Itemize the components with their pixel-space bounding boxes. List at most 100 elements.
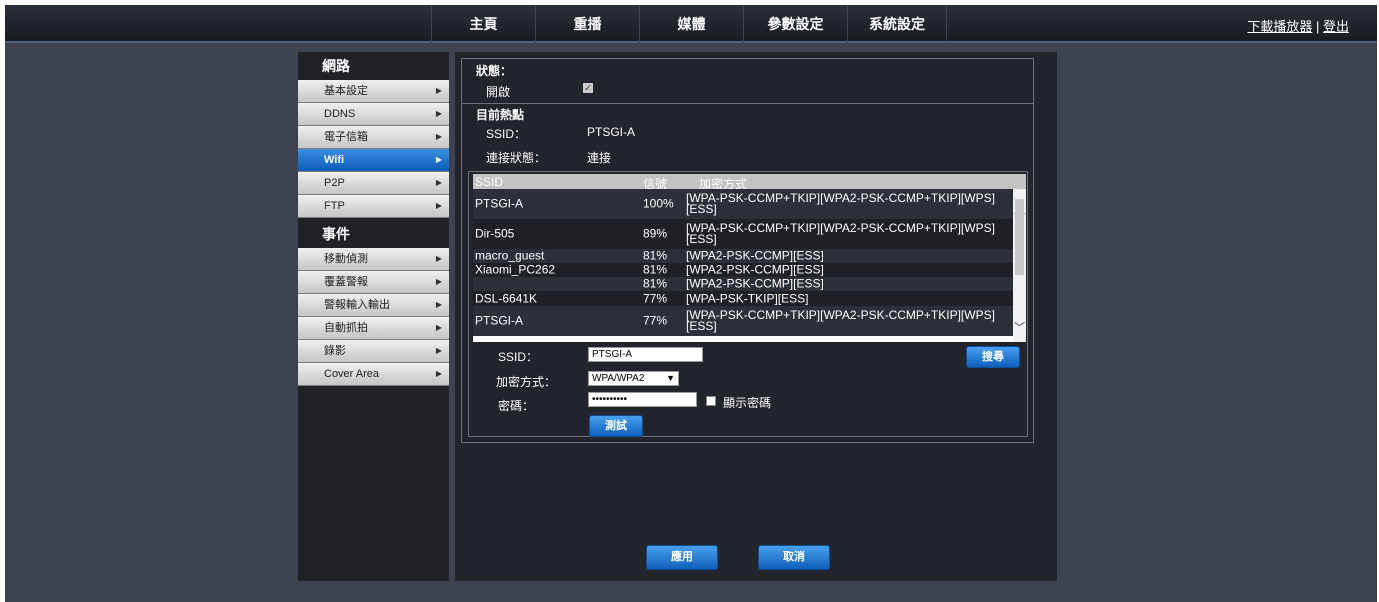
sidebar-section-network: 網路 [322, 58, 350, 74]
row-encryption: [WPA-PSK-CCMP+TKIP][WPA2-PSK-CCMP+TKIP][… [686, 221, 995, 246]
form-encryption-label: 加密方式： [496, 375, 557, 389]
chevron-right-icon: ▶ [435, 300, 442, 309]
table-row[interactable]: PTSGI-A 100% [WPA-PSK-CCMP+TKIP][WPA2-PS… [473, 189, 1013, 219]
sidebar-item-label: FTP [324, 200, 345, 212]
row-encryption: [WPA-PSK-CCMP+TKIP][WPA2-PSK-CCMP+TKIP][… [686, 191, 995, 216]
status-box [461, 58, 1034, 104]
sidebar-item-label: 電子信箱 [324, 131, 368, 143]
chevron-right-icon: ▶ [435, 323, 442, 332]
row-signal: 100% [643, 196, 674, 211]
row-encryption: [WPA-PSK-TKIP][ESS] [686, 291, 809, 305]
sidebar-item-basic[interactable]: 基本設定 ▶ [298, 80, 449, 103]
download-player-link[interactable]: 下載播放器 [1247, 19, 1312, 34]
row-signal: 77% [643, 291, 668, 305]
top-nav-bar: 主頁 重播 媒體 參數設定 系統設定 下載播放器 | 登出 [5, 5, 1377, 43]
wifi-list-scrollbar[interactable]: ︿ ﹀ [1013, 189, 1026, 342]
chevron-right-icon: ▶ [435, 346, 442, 355]
sidebar-item-email[interactable]: 電子信箱 ▶ [298, 126, 449, 149]
link-separator: | [1312, 19, 1323, 34]
nav-media[interactable]: 媒體 [639, 5, 743, 43]
chevron-right-icon: ▶ [435, 178, 442, 187]
chevron-right-icon: ▶ [435, 132, 442, 141]
form-ssid-label: SSID： [498, 350, 539, 364]
row-ssid: PTSGI-A [475, 313, 524, 328]
col-ssid: SSID [475, 175, 504, 189]
cancel-button[interactable]: 取消 [758, 545, 830, 570]
sidebar-item-label: 錄影 [324, 345, 346, 357]
table-row[interactable]: PTSGI-A 77% [WPA-PSK-CCMP+TKIP][WPA2-PSK… [473, 306, 1013, 336]
sidebar-item-ddns[interactable]: DDNS ▶ [298, 103, 449, 126]
sidebar-item-motion[interactable]: 移動偵測 ▶ [298, 248, 449, 271]
sidebar-item-label: P2P [324, 177, 345, 189]
row-ssid: Xiaomi_PC262 [475, 262, 556, 277]
connection-status-label: 連接狀態： [486, 151, 547, 165]
form-password-label: 密碼： [498, 399, 535, 413]
table-row[interactable]: Dir-505 89% [WPA-PSK-CCMP+TKIP][WPA2-PSK… [473, 219, 1013, 249]
sidebar-item-record[interactable]: 錄影 ▶ [298, 340, 449, 363]
chevron-right-icon: ▶ [435, 201, 442, 210]
apply-button[interactable]: 應用 [646, 545, 718, 570]
sidebar-item-label: 自動抓拍 [324, 322, 368, 334]
table-row[interactable]: DSL-6641K 77% [WPA-PSK-TKIP][ESS] [473, 291, 1013, 306]
show-password-checkbox[interactable] [706, 396, 716, 406]
logout-link[interactable]: 登出 [1323, 19, 1349, 34]
nav-system[interactable]: 系統設定 [847, 5, 947, 43]
encryption-select[interactable]: WPA/WPA2 ▼ [588, 371, 679, 386]
table-row[interactable]: Xiaomi_PC262 81% [WPA2-PSK-CCMP][ESS] [473, 263, 1013, 277]
scrollbar-thumb[interactable] [1015, 199, 1024, 275]
show-password-label: 顯示密碼 [723, 396, 772, 410]
current-ssid-value: PTSGI-A [587, 125, 636, 139]
table-row[interactable]: macro_guest 81% [WPA2-PSK-CCMP][ESS] [473, 249, 1013, 263]
row-ssid: DSL-6641K [475, 291, 538, 305]
row-ssid: Dir-505 [475, 226, 515, 241]
sidebar-item-label: 覆蓋警報 [324, 276, 368, 288]
row-encryption: [WPA2-PSK-CCMP][ESS] [686, 276, 824, 291]
test-button[interactable]: 測試 [589, 415, 643, 437]
row-encryption: [WPA2-PSK-CCMP][ESS] [686, 262, 824, 277]
scroll-down-icon[interactable]: ﹀ [1014, 319, 1025, 335]
row-signal: 81% [643, 262, 668, 277]
chevron-right-icon: ▶ [435, 155, 442, 164]
sidebar-item-wifi[interactable]: Wifi ▶ [298, 149, 449, 172]
nav-home[interactable]: 主頁 [431, 5, 535, 43]
sidebar-item-snapshot[interactable]: 自動抓拍 ▶ [298, 317, 449, 340]
sidebar-item-tamper[interactable]: 覆蓋警報 ▶ [298, 271, 449, 294]
encryption-value: WPA/WPA2 [592, 373, 645, 384]
connection-status-value: 連接 [587, 151, 612, 165]
chevron-right-icon: ▶ [435, 109, 442, 118]
chevron-right-icon: ▶ [435, 254, 442, 263]
sidebar-item-label: DDNS [324, 108, 356, 120]
status-title: 狀態： [476, 64, 513, 78]
sidebar-item-ftp[interactable]: FTP ▶ [298, 195, 449, 218]
sidebar-item-label: Wifi [324, 154, 345, 166]
chevron-right-icon: ▶ [435, 277, 442, 286]
search-button[interactable]: 搜尋 [966, 346, 1020, 368]
sidebar: 網路 基本設定 ▶ DDNS ▶ 電子信箱 ▶ Wifi ▶ P2P ▶ FTP ▶ 事件 … [298, 52, 449, 581]
nav-settings[interactable]: 參數設定 [743, 5, 847, 43]
wifi-list-header: SSID 信號 加密方式 [473, 174, 1026, 191]
nav-playback[interactable]: 重播 [535, 5, 639, 43]
sidebar-item-label: 警報輸入輸出 [324, 299, 390, 311]
sidebar-item-cover-area[interactable]: Cover Area ▶ [298, 363, 449, 386]
chevron-right-icon: ▶ [435, 86, 442, 95]
ssid-input[interactable]: PTSGI-A [588, 347, 703, 362]
row-encryption: [WPA2-PSK-CCMP][ESS] [686, 248, 824, 263]
table-row[interactable]: 81% [WPA2-PSK-CCMP][ESS] [473, 277, 1013, 291]
enable-checkbox[interactable]: ✓ [583, 83, 593, 93]
row-signal: 81% [643, 276, 668, 291]
chevron-right-icon: ▶ [435, 369, 442, 378]
sidebar-item-p2p[interactable]: P2P ▶ [298, 172, 449, 195]
sidebar-section-event: 事件 [322, 226, 350, 242]
enable-label: 開啟 [486, 85, 511, 99]
row-signal: 77% [643, 313, 668, 328]
sidebar-item-alarm-io[interactable]: 警報輸入輸出 ▶ [298, 294, 449, 317]
password-input[interactable]: •••••••••• [588, 392, 697, 407]
top-links: 下載播放器 | 登出 [1247, 16, 1349, 35]
row-signal: 89% [643, 226, 668, 241]
row-encryption: [WPA-PSK-CCMP+TKIP][WPA2-PSK-CCMP+TKIP][… [686, 308, 995, 333]
current-hotspot-title: 目前熱點 [476, 108, 525, 122]
chevron-down-icon: ▼ [666, 373, 675, 383]
sidebar-item-label: 移動偵測 [324, 253, 368, 265]
sidebar-item-label: Cover Area [324, 368, 380, 380]
wifi-list: SSID 信號 加密方式 PTSGI-A 100% [WPA-PSK-CCMP+… [473, 174, 1026, 342]
